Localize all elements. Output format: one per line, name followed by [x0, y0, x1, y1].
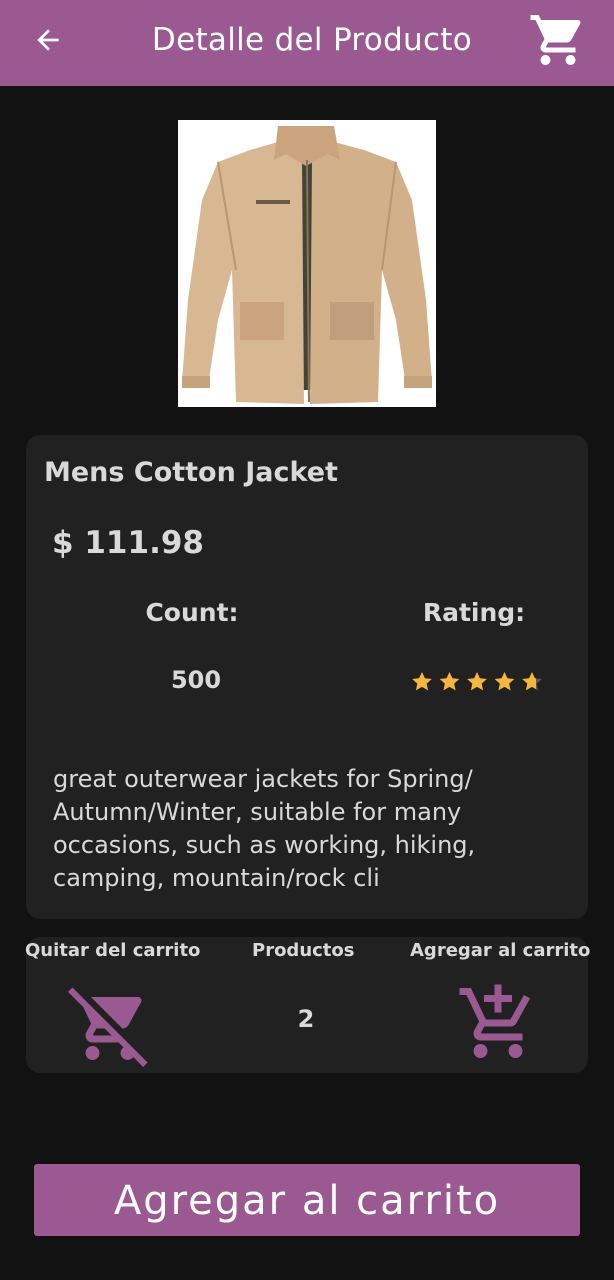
page-title: Detalle del Producto [151, 22, 473, 58]
remove-from-cart-button[interactable] [68, 983, 152, 1067]
rating-stars [410, 668, 550, 696]
app-bar: Detalle del Producto [0, 0, 614, 86]
rating-star-icon [439, 672, 460, 691]
quantity-value: 2 [297, 1005, 315, 1033]
product-description: great outerwear jackets for Spring/ Autu… [53, 765, 476, 892]
product-image [178, 120, 436, 407]
rating-star-icon [494, 672, 515, 691]
add-to-cart-label: Agregar al carrito [410, 940, 591, 961]
shopping-cart-icon [530, 15, 581, 65]
remove-shopping-cart-icon [68, 987, 148, 1067]
remove-from-cart-label: Quitar del carrito [25, 940, 201, 961]
products-label: Productos [252, 940, 355, 961]
add-to-cart-button[interactable] [456, 981, 540, 1065]
product-info-card: Mens Cotton Jacket $ 111.98 Count: 500 R… [26, 435, 588, 919]
rating-star-icon [412, 672, 432, 691]
cart-button[interactable] [526, 10, 590, 70]
product-title: Mens Cotton Jacket [44, 457, 338, 488]
quantity-controls: Quitar del carrito Productos Agregar al … [25, 937, 591, 1073]
product-price: $ 111.98 [52, 525, 204, 561]
jacket-illustration [182, 126, 432, 404]
count-value: 500 [170, 666, 222, 694]
rating-star-icon [522, 672, 542, 691]
rating-star-icon [467, 672, 487, 691]
add-shopping-cart-icon [459, 984, 531, 1058]
count-label: Count: [145, 598, 239, 627]
add-to-cart-cta-button[interactable]: Agregar al carrito [34, 1164, 580, 1236]
rating-label: Rating: [422, 598, 526, 627]
